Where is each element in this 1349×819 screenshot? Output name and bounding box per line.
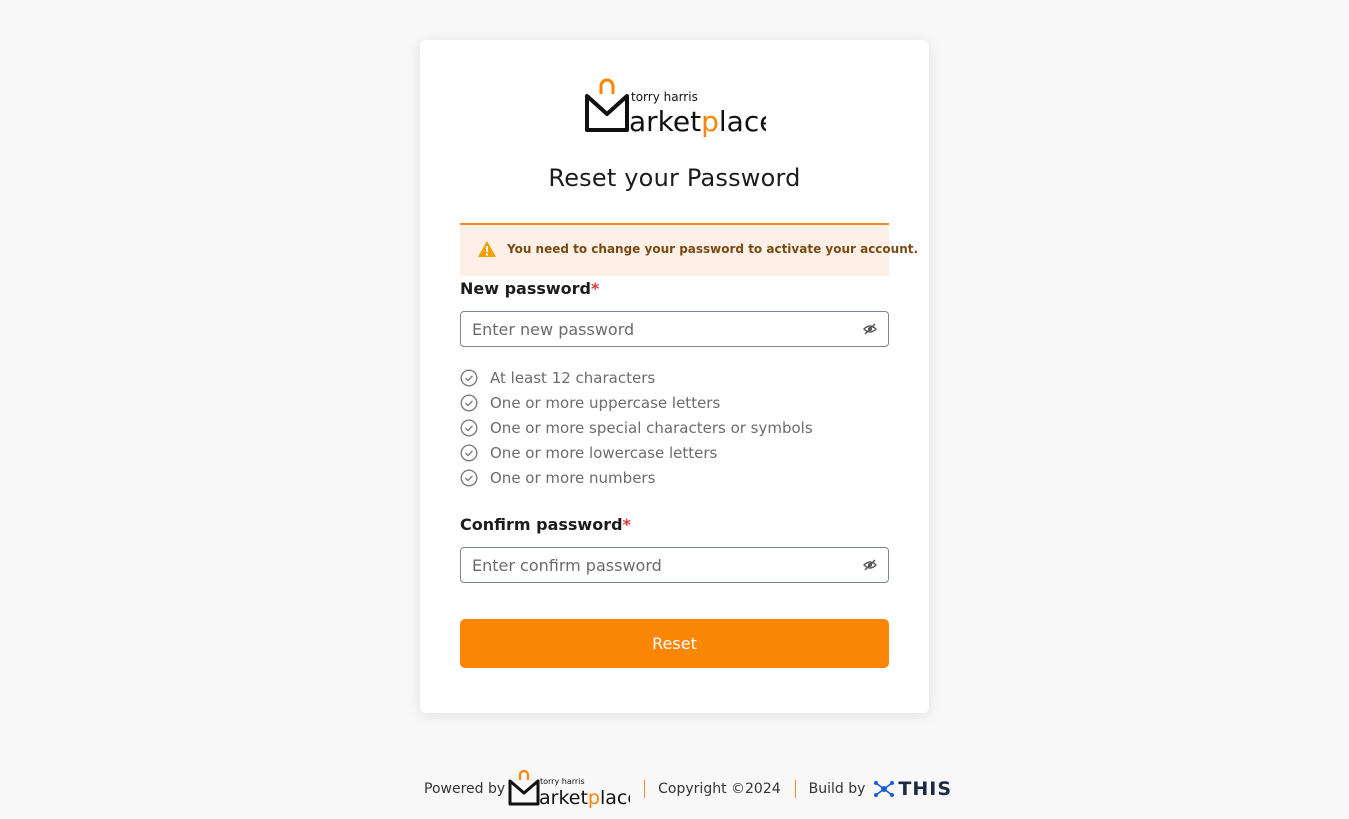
svg-text:torry harris: torry harris [631, 90, 698, 104]
confirm-password-field [460, 547, 889, 583]
check-circle-icon [460, 393, 478, 412]
required-mark: * [622, 515, 631, 534]
rule-item: One or more lowercase letters [460, 440, 813, 465]
rule-text: One or more special characters or symbol… [490, 418, 813, 437]
check-circle-icon [460, 368, 478, 387]
rule-item: One or more numbers [460, 465, 813, 490]
confirm-password-label: Confirm password* [460, 515, 631, 534]
powered-by-text: Powered by [424, 781, 506, 797]
rule-item: One or more uppercase letters [460, 390, 813, 415]
eye-slash-icon[interactable] [863, 558, 877, 572]
required-mark: * [591, 279, 600, 298]
new-password-label-text: New password [460, 279, 592, 298]
warning-icon [478, 241, 496, 257]
alert-banner: You need to change your password to acti… [460, 223, 918, 276]
check-circle-icon [460, 443, 478, 462]
rule-text: At least 12 characters [490, 368, 656, 387]
page-title: Reset your Password [548, 164, 801, 192]
build-by-text: Build by [808, 781, 866, 797]
new-password-field [460, 311, 889, 347]
this-brand-text: THIS [898, 778, 953, 800]
check-circle-icon [460, 418, 478, 437]
rule-text: One or more numbers [490, 468, 656, 487]
rule-text: One or more uppercase letters [490, 393, 721, 412]
new-password-input[interactable] [472, 312, 852, 346]
eye-slash-icon[interactable] [863, 322, 877, 336]
check-circle-icon [460, 468, 478, 487]
password-rules-list: At least 12 characters One or more upper… [460, 365, 813, 490]
svg-text:arketplace: arketplace [629, 105, 766, 138]
rule-item: At least 12 characters [460, 365, 813, 390]
copyright-text: Copyright ©2024 [658, 781, 781, 797]
confirm-password-label-text: Confirm password [460, 515, 623, 534]
svg-text:torry harris: torry harris [540, 777, 585, 786]
marketplace-logo-small: torry harris arketplace [508, 769, 630, 809]
alert-message: You need to change your password to acti… [507, 242, 919, 256]
footer-divider [794, 780, 796, 798]
reset-button[interactable]: Reset [460, 619, 889, 668]
this-logo: THIS [873, 778, 952, 800]
svg-text:arketplace: arketplace [539, 787, 630, 809]
confirm-password-input[interactable] [472, 548, 852, 582]
marketplace-logo: torry harris arketplace [585, 78, 766, 138]
footer: Powered by torry harris arketplace Copyr… [424, 768, 952, 810]
rule-text: One or more lowercase letters [490, 443, 718, 462]
new-password-label: New password* [460, 279, 599, 298]
footer-divider [644, 780, 646, 798]
reset-password-card: torry harris arketplace Reset your Passw… [420, 40, 929, 713]
rule-item: One or more special characters or symbol… [460, 415, 813, 440]
network-nodes-icon [874, 781, 895, 797]
